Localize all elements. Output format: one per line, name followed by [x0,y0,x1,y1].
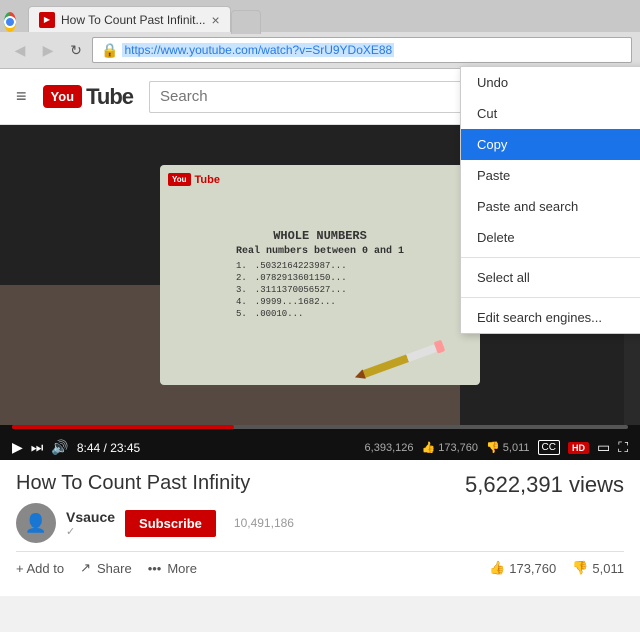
thumbs-up-icon: 👍 [489,560,505,576]
reload-button[interactable]: ↻ [64,38,88,62]
address-bar-container[interactable]: 🔒 https://www.youtube.com/watch?v=SrU9YD… [92,37,632,63]
context-menu-paste-search[interactable]: Paste and search [461,191,640,222]
chrome-icon [4,12,16,32]
like-area: 👍 173,760 👎 5,011 [421,441,529,454]
share-button[interactable]: ↗ Share [80,560,132,576]
nav-bar: ◀ ▶ ↻ 🔒 https://www.youtube.com/watch?v=… [0,32,640,68]
tab-title: How To Count Past Infinit... [61,13,206,27]
hw-row-2: 2..0782913601150... [236,273,404,283]
hw-row-3: 3..3111370056527... [236,285,404,295]
yt-logo-icon: You [43,85,83,108]
time-display: 8:44 / 23:45 [77,441,140,455]
subscriber-count: 10,491,186 [234,516,294,530]
hw-title: WHOLE NUMBERS Real numbers between 0 and… [236,229,404,257]
channel-name[interactable]: Vsauce [66,509,115,525]
delete-label: Delete [477,230,515,245]
hw-row-4: 4..9999...1682... [236,297,404,307]
context-menu-undo[interactable]: Undo Ctrl+Z [461,67,640,98]
menu-separator [461,257,640,258]
context-menu-copy[interactable]: Copy Ctrl+C [461,129,640,160]
more-button[interactable]: ••• More [148,561,197,576]
subscribe-button[interactable]: Subscribe [125,510,216,537]
main-video-title: How To Count Past Infinity [16,472,250,495]
pencil [361,344,439,379]
view-count-large: 5,622,391 views [250,472,624,498]
tab-favicon [39,12,55,28]
cut-label: Cut [477,106,497,121]
context-menu-select-all[interactable]: Select all Ctrl+A [461,262,640,293]
thumbs-down-icon: 👎 [572,560,588,576]
youtube-logo[interactable]: You Tube [43,84,134,110]
context-menu-delete[interactable]: Delete [461,222,640,253]
hamburger-menu[interactable]: ≡ [16,86,27,107]
volume-button[interactable]: 🔊 [51,439,68,456]
share-icon: ↗ [80,560,91,576]
video-controls: ▶ ⏭ 🔊 8:44 / 23:45 6,393,126 👍 173,760 👎… [0,435,640,460]
hd-button[interactable]: HD [568,442,589,454]
forward-button[interactable]: ▶ [36,38,60,62]
add-to-button[interactable]: + Add to [16,561,64,576]
menu-separator-2 [461,297,640,298]
verified-badge: ✓ [66,525,115,538]
channel-avatar: 👤 [16,503,56,543]
edit-engines-label: Edit search engines... [477,310,602,325]
title-views-row: How To Count Past Infinity 5,622,391 vie… [16,472,624,503]
browser-chrome: How To Count Past Infinit... × ◀ ▶ ↻ 🔒 h… [0,0,640,69]
back-button[interactable]: ◀ [8,38,32,62]
tab-bar: How To Count Past Infinit... × [0,0,640,32]
lock-icon: 🔒 [101,42,118,59]
hw-row-5: 5..00010... [236,309,404,319]
more-dots-icon: ••• [148,561,162,576]
address-text[interactable]: https://www.youtube.com/watch?v=SrU9YDoX… [122,43,394,57]
theater-button[interactable]: ▭ [597,439,610,456]
chrome-logo [4,12,24,32]
context-menu-cut[interactable]: Cut Ctrl+X [461,98,640,129]
undo-label: Undo [477,75,508,90]
tab-close-button[interactable]: × [212,12,220,28]
pencil-eraser [434,340,446,354]
progress-fill [12,425,234,429]
context-menu: Undo Ctrl+Z Cut Ctrl+X Copy Ctrl+C Paste… [460,66,640,334]
like-button[interactable]: 👍 173,760 [489,560,556,576]
select-all-label: Select all [477,270,530,285]
video-meta: How To Count Past Infinity 5,622,391 vie… [0,460,640,596]
yt-wm-text: Tube [195,174,220,186]
yt-watermark: You Tube [168,173,220,186]
dislike-button[interactable]: 👎 5,011 [572,560,624,576]
paste-search-label: Paste and search [477,199,578,214]
fullscreen-button[interactable]: ⛶ [618,439,628,456]
copy-label: Copy [477,137,507,152]
context-menu-edit-engines[interactable]: Edit search engines... [461,302,640,333]
yt-logo-text: Tube [86,84,133,110]
yt-wm-icon: You [168,173,191,186]
paste-label: Paste [477,168,510,183]
controls-row: ▶ ⏭ 🔊 8:44 / 23:45 6,393,126 👍 173,760 👎… [12,439,628,456]
channel-info: Vsauce ✓ [66,509,115,538]
channel-row: 👤 Vsauce ✓ Subscribe 10,491,186 [16,503,624,543]
handwriting-paper: You Tube WHOLE NUMBERS Real numbers betw… [160,165,480,385]
hw-row-1: 1..5032164223987... [236,261,404,271]
progress-container[interactable] [0,425,640,435]
view-count-video: 6,393,126 [365,442,414,454]
action-row: + Add to ↗ Share ••• More 👍 173,760 👎 5,… [16,551,624,584]
cc-button[interactable]: CC [538,440,560,455]
play-button[interactable]: ▶ [12,439,23,456]
active-tab[interactable]: How To Count Past Infinit... × [28,6,231,32]
context-menu-paste[interactable]: Paste Ctrl+V [461,160,640,191]
hw-content: WHOLE NUMBERS Real numbers between 0 and… [226,219,414,331]
next-button[interactable]: ⏭ [31,439,44,456]
progress-bar[interactable] [12,425,628,429]
new-tab-button[interactable] [231,10,261,34]
